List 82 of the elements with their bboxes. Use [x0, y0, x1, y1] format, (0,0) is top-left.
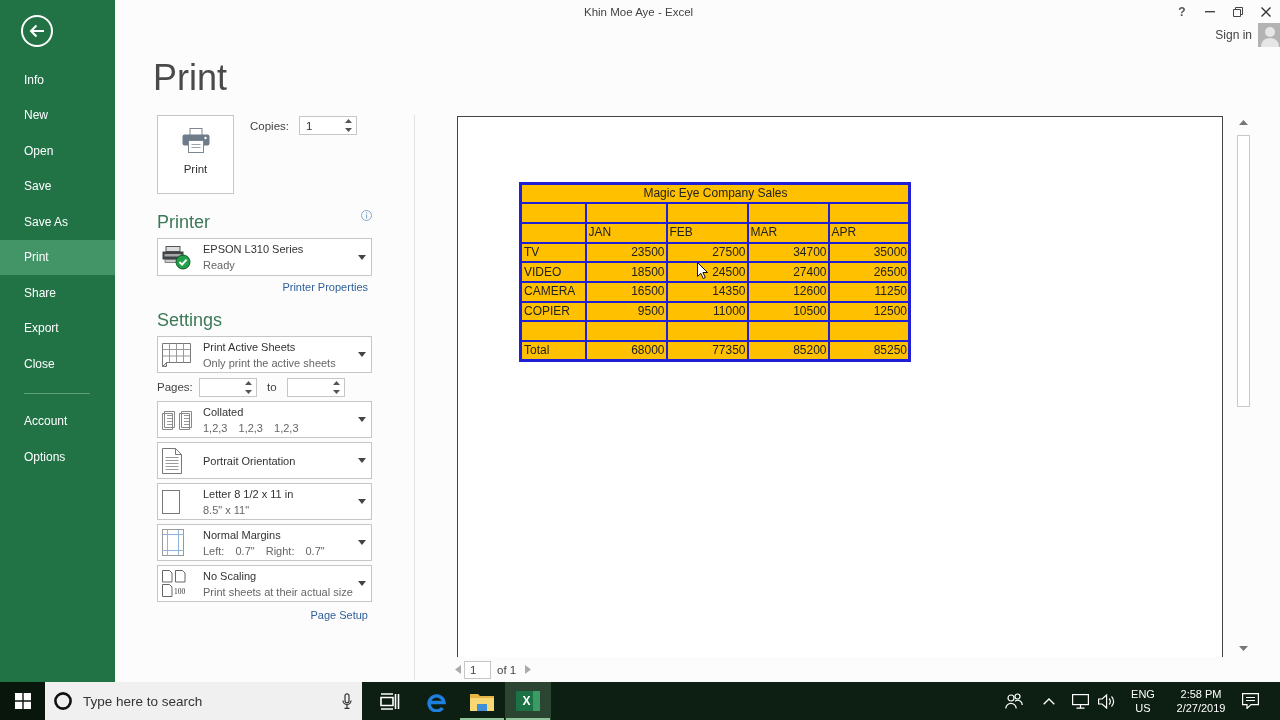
microphone-icon[interactable] [342, 693, 352, 709]
row-header: CAMERA [520, 281, 586, 302]
sign-in-link[interactable]: Sign in [1215, 28, 1252, 42]
settings-dropdown[interactable]: Portrait Orientation [157, 442, 372, 479]
window-title: Khin Moe Aye - Excel [584, 6, 694, 18]
task-view-icon [380, 692, 400, 710]
margins-icon [162, 529, 184, 556]
people-icon[interactable] [1005, 693, 1023, 709]
dropdown-caret-icon [358, 540, 366, 545]
paper-sheet-icon [162, 489, 180, 514]
scroll-down-arrow-icon[interactable] [1239, 646, 1248, 651]
pages-label: Pages: [157, 381, 194, 393]
pages-to-field[interactable] [286, 377, 345, 397]
dropdown-caret-icon [358, 458, 366, 463]
settings-dropdown[interactable]: Letter 8 1/2 x 11 in 8.5" x 11" [157, 483, 372, 520]
printer-properties-link[interactable]: Printer Properties [282, 280, 368, 294]
scaling-pages-icon [162, 570, 186, 597]
row-header: VIDEO [520, 262, 586, 282]
table-title: Magic Eye Company Sales [520, 183, 910, 204]
taskbar-app-button[interactable]: X [505, 682, 551, 720]
pages-to-label: to [267, 381, 277, 393]
network-icon[interactable] [1072, 693, 1089, 709]
row-header: COPIER [520, 301, 586, 322]
printer-check-icon [162, 244, 191, 270]
mouse-pointer-icon [697, 262, 708, 279]
printer-dropdown[interactable]: EPSON L310 Series Ready [157, 238, 372, 276]
page-setup-link[interactable]: Page Setup [310, 608, 368, 622]
scroll-thumb[interactable] [1237, 135, 1250, 407]
row-header: TV [520, 242, 586, 263]
menu-item[interactable]: Export [0, 310, 115, 346]
menu-item[interactable]: Options [0, 439, 115, 475]
menu-item[interactable]: New [0, 97, 115, 133]
chevron-up-icon[interactable] [1043, 697, 1055, 705]
taskbar-search-field[interactable]: Type here to search [45, 682, 362, 720]
windows-logo-icon [14, 693, 31, 709]
print-button[interactable]: Print [157, 115, 234, 194]
menu-item[interactable]: Share [0, 275, 115, 311]
page-heading: Print [153, 56, 228, 100]
copies-label: Copies: [250, 119, 289, 132]
menu-item[interactable]: Save [0, 168, 115, 204]
minimize-icon [1205, 11, 1215, 13]
settings-dropdown[interactable]: Print Active Sheets Only print the active sheets [157, 336, 372, 373]
menu-item[interactable]: Open [0, 133, 115, 169]
up-down-arrows-icon[interactable] [345, 119, 352, 132]
notification-icon[interactable] [1242, 693, 1259, 709]
back-button[interactable] [21, 15, 53, 47]
menu-item[interactable]: Close [0, 346, 115, 382]
speaker-icon[interactable] [1098, 693, 1115, 709]
page-count: of 1 [497, 663, 517, 676]
ring-icon [54, 692, 72, 710]
close-icon [1261, 7, 1271, 17]
restore-icon [1233, 7, 1243, 17]
collated-pages-icon [162, 409, 192, 430]
dropdown-caret-icon [358, 417, 366, 422]
copies-field[interactable]: 1 [299, 116, 357, 135]
settings-dropdown[interactable]: Collated 1,2,3 1,2,3 1,2,3 [157, 401, 372, 438]
start-button[interactable] [0, 682, 45, 720]
menu-item[interactable]: Account [0, 403, 115, 439]
up-down-arrows-icon[interactable] [332, 380, 340, 394]
input-language-button[interactable]: ENG US [1125, 687, 1161, 715]
pages-from-field[interactable] [199, 377, 257, 397]
dropdown-caret-icon [358, 254, 366, 260]
menu-item[interactable]: Save As [0, 204, 115, 240]
scroll-up-arrow-icon[interactable] [1239, 120, 1248, 125]
menu-item[interactable]: Print [0, 239, 115, 275]
folder-icon [470, 691, 494, 711]
settings-heading: Settings [157, 309, 223, 332]
dropdown-caret-icon [358, 352, 366, 357]
help-button[interactable]: ? [1174, 0, 1190, 24]
settings-dropdown[interactable]: Normal Margins Left: 0.7" Right: 0.7" [157, 524, 372, 561]
spreadsheet-logo: X [516, 691, 540, 711]
row-header: Total [520, 341, 586, 361]
menu-item[interactable]: Info [0, 62, 115, 98]
sheet-grid-icon [162, 342, 191, 367]
portrait-page-icon [162, 447, 182, 474]
dropdown-caret-icon [358, 581, 366, 586]
printer-heading: Printer [157, 211, 210, 234]
dropdown-caret-icon [358, 499, 366, 504]
up-down-arrows-icon[interactable] [245, 380, 252, 394]
page-number-field[interactable]: 1 [464, 660, 491, 679]
clock-button[interactable]: 2:58 PM 2/27/2019 [1169, 687, 1233, 715]
printer-icon [181, 128, 210, 153]
